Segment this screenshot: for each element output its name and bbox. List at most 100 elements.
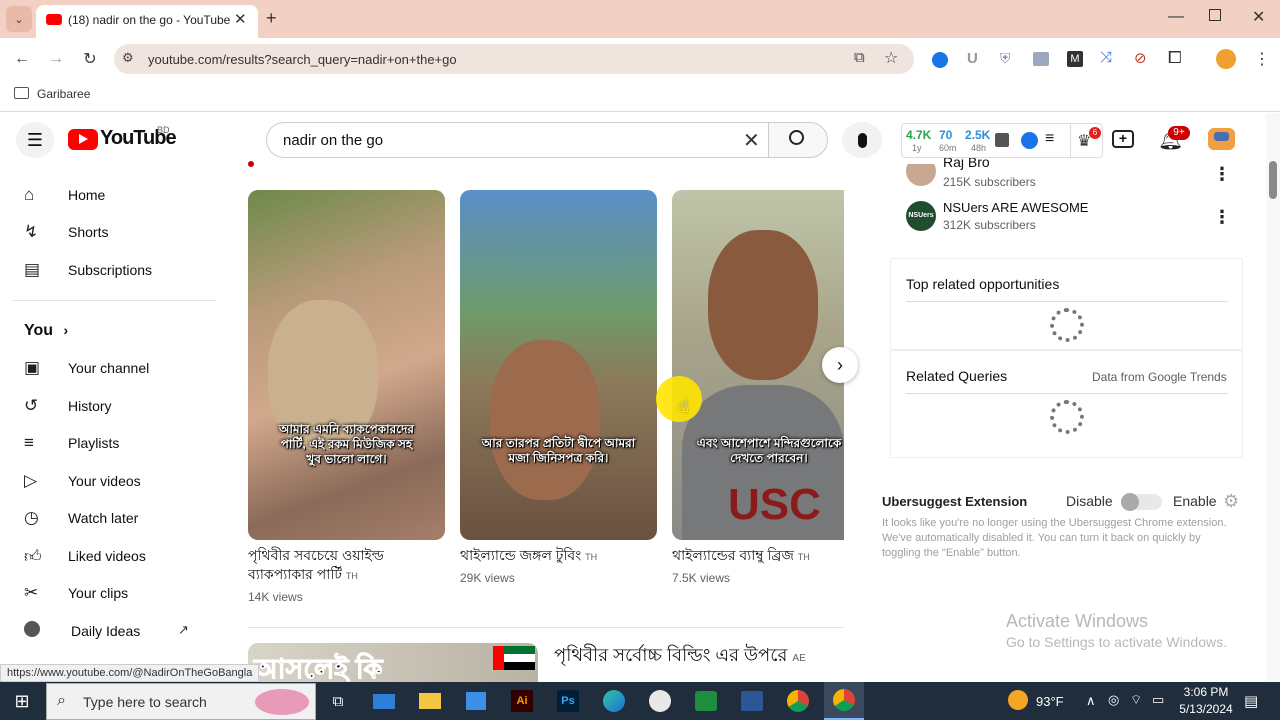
notification-center-icon[interactable]: ▤: [1244, 692, 1258, 710]
minimize-icon[interactable]: —: [1168, 8, 1184, 26]
ubersuggest-icon[interactable]: U: [967, 50, 978, 67]
shield-icon[interactable]: ⛨: [1000, 50, 1011, 67]
settings-gear-icon[interactable]: ⚙: [1223, 491, 1239, 512]
short-thumbnail-1[interactable]: আমার এমনি ব্যাকপেকারদের পার্টি, এই রকম ম…: [248, 190, 445, 540]
vidiq-icon[interactable]: [1021, 132, 1038, 149]
sidebar-divider: [12, 300, 216, 301]
chevron-right-icon: ›: [63, 322, 69, 338]
short-title-2[interactable]: থাইল্যান্ডে জঙ্গল টুবিং TH: [460, 546, 656, 567]
install-app-icon[interactable]: ⧉: [854, 49, 865, 66]
link-extension-icon[interactable]: ⤨: [1100, 49, 1112, 66]
battery-icon[interactable]: ▭: [1152, 692, 1164, 708]
blocked-extension-icon[interactable]: ⊘: [1134, 49, 1147, 67]
bookmark-garibaree[interactable]: Garibaree: [37, 87, 90, 101]
word-icon[interactable]: [732, 682, 772, 720]
sidebar-item-your-videos[interactable]: ▷ Your videos: [12, 463, 216, 499]
meet-now-icon[interactable]: ◎: [1108, 692, 1119, 708]
task-view-icon[interactable]: ⧉: [318, 682, 358, 720]
chrome-icon[interactable]: [824, 682, 864, 720]
voice-search-button[interactable]: [842, 122, 882, 158]
video-title[interactable]: পৃথিবীর সর্বোচ্চ বিল্ডিং এর উপরে AE: [554, 643, 844, 671]
sidebar-item-watch-later[interactable]: ◷ Watch later: [12, 500, 216, 536]
new-tab-icon[interactable]: +: [266, 8, 277, 29]
video-thumbnail[interactable]: আসলেই কি: [248, 643, 538, 682]
sidebar-label: History: [68, 398, 112, 414]
create-icon[interactable]: +: [1112, 130, 1134, 148]
sidebar-item-home[interactable]: ⌂ Home: [12, 177, 216, 213]
tab-search-icon[interactable]: ⌄: [6, 6, 32, 32]
chrome-ct-icon[interactable]: [778, 682, 818, 720]
short-title-3[interactable]: থাইল্যান্ডের ব্যাম্বু ব্রিজ TH: [672, 546, 848, 567]
windows-start-icon[interactable]: ⊞: [2, 682, 42, 720]
store-icon[interactable]: [456, 682, 496, 720]
short-title-1[interactable]: পৃথিবীর সবচেয়ে ওয়াইল্ড ব্যাকপ্যাকার পা…: [248, 546, 444, 586]
youtube-logo-icon[interactable]: [68, 129, 98, 150]
window-close-icon[interactable]: ✕: [1252, 7, 1265, 27]
shelf-next-button[interactable]: ›: [822, 347, 858, 383]
channel-avatar-2[interactable]: NSUers: [906, 201, 936, 231]
sidebar-label: Shorts: [68, 224, 109, 240]
app-circle-icon[interactable]: [640, 682, 680, 720]
search-input[interactable]: nadir on the go ✕: [266, 122, 769, 158]
channel-name-2[interactable]: NSUers ARE AWESOME: [943, 200, 1088, 215]
channel-avatar-1[interactable]: [906, 164, 936, 188]
mail-icon[interactable]: [364, 682, 404, 720]
edge-icon[interactable]: [594, 682, 634, 720]
code-extension-icon[interactable]: [1033, 52, 1049, 66]
clock-time[interactable]: 3:06 PM: [1176, 685, 1236, 699]
channel-subs-2: 312K subscribers: [943, 218, 1036, 232]
guide-menu-icon[interactable]: ☰: [16, 122, 54, 158]
profile-avatar[interactable]: [1216, 49, 1236, 69]
short-thumbnail-3[interactable]: এবং আশেপাশে মন্দিরগুলোকে দেখতে পারবেন। U…: [672, 190, 844, 540]
meet-icon[interactable]: [686, 682, 726, 720]
weather-icon[interactable]: [1008, 690, 1028, 710]
reload-icon[interactable]: ↻: [76, 45, 104, 73]
network-icon[interactable]: ⌔: [1130, 692, 1142, 708]
tab-close-icon[interactable]: ✕: [234, 10, 247, 28]
scrollbar-thumb[interactable]: [1269, 161, 1277, 199]
illustrator-icon[interactable]: Ai: [502, 682, 542, 720]
sidebar-item-shorts[interactable]: ↯ Shorts: [12, 214, 216, 250]
site-info-icon[interactable]: ⚙: [122, 50, 134, 66]
sidebar-item-daily-ideas[interactable]: Daily Ideas ↗: [12, 613, 216, 649]
taskbar-search-input[interactable]: ⌕ Type here to search: [46, 683, 316, 720]
address-bar[interactable]: ⚙ youtube.com/results?search_query=nadir…: [114, 44, 914, 74]
scrollbar[interactable]: [1266, 113, 1280, 682]
extensions-puzzle-icon[interactable]: ⧠: [1168, 48, 1182, 68]
search-button[interactable]: [768, 122, 828, 158]
m-extension-icon[interactable]: M: [1067, 51, 1083, 67]
sidebar-item-your-channel[interactable]: ▣ Your channel: [12, 350, 216, 386]
short-subtitle: আর তারপর প্রতিটা দ্বীপে আমরা মজা জিনিসপত…: [481, 436, 636, 465]
file-explorer-icon[interactable]: [410, 682, 450, 720]
browser-menu-icon[interactable]: ⋮: [1254, 49, 1270, 69]
back-icon[interactable]: ←: [8, 45, 36, 73]
short-thumbnail-2[interactable]: আর তারপর প্রতিটা দ্বীপে আমরা মজা জিনিসপত…: [460, 190, 657, 540]
sidebar-item-your-clips[interactable]: ✂ Your clips: [12, 575, 216, 611]
short-views-1: 14K views: [248, 590, 303, 604]
bookmark-star-icon[interactable]: ☆: [884, 48, 898, 68]
chart-icon[interactable]: [995, 133, 1009, 147]
tray-chevron-up-icon[interactable]: ∧: [1086, 693, 1096, 709]
photoshop-icon[interactable]: Ps: [548, 682, 588, 720]
sidebar-you-heading[interactable]: You ›: [24, 322, 68, 340]
clock-date[interactable]: 5/13/2024: [1176, 702, 1236, 716]
extension-message: It looks like you're no longer using the…: [882, 517, 1227, 559]
browser-tab[interactable]: (18) nadir on the go - YouTube ✕: [36, 5, 258, 38]
channel-name-1[interactable]: Raj Bro: [943, 158, 990, 170]
sidebar-item-playlists[interactable]: ≡ Playlists: [12, 425, 216, 461]
extension-circle-icon[interactable]: [932, 52, 948, 68]
enable-toggle[interactable]: [1121, 493, 1162, 511]
stats-widget[interactable]: 4.7K 1y 70 60m 2.5K 48h ≡ ♛ 6: [901, 123, 1103, 158]
maximize-icon[interactable]: [1209, 9, 1221, 21]
weather-temp[interactable]: 93°F: [1036, 694, 1064, 709]
sidebar-item-history[interactable]: ↺ History: [12, 388, 216, 424]
sidebar-item-liked-videos[interactable]: 👍︎ Liked videos: [12, 538, 216, 574]
clear-search-icon[interactable]: ✕: [743, 128, 760, 153]
google-trends-link[interactable]: Data from Google Trends: [1092, 370, 1227, 384]
list-icon[interactable]: ≡: [1045, 130, 1054, 148]
sidebar-item-subscriptions[interactable]: ▤ Subscriptions: [12, 252, 216, 288]
forward-icon[interactable]: →: [42, 45, 70, 73]
account-avatar[interactable]: [1208, 128, 1235, 150]
more-options-icon[interactable]: ⋮: [1213, 164, 1231, 185]
more-options-icon[interactable]: ⋮: [1213, 207, 1231, 228]
